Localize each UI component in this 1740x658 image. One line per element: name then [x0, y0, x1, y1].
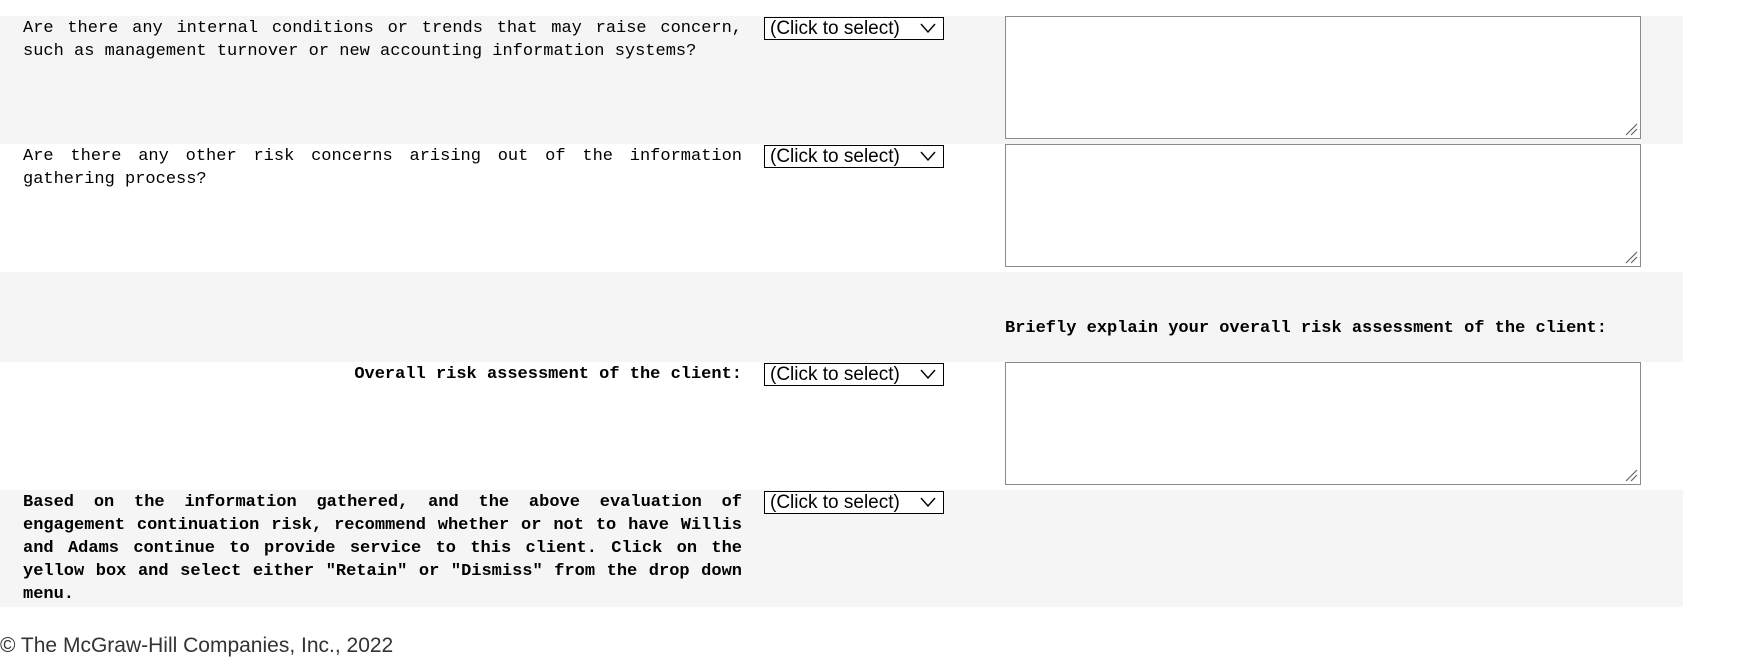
select-value: (Click to select): [770, 18, 900, 39]
select-value: (Click to select): [770, 146, 900, 167]
chevron-down-icon: [920, 151, 936, 161]
overall-risk-row: Overall risk assessment of the client: (…: [0, 362, 1683, 490]
other-risk-concerns-comment-textarea[interactable]: [1005, 144, 1641, 267]
overall-risk-comment-textarea[interactable]: [1005, 362, 1641, 485]
other-risk-concerns-select[interactable]: (Click to select): [764, 145, 944, 168]
select-value: (Click to select): [770, 492, 900, 513]
question-text: Are there any other risk concerns arisin…: [23, 147, 742, 189]
resize-grip-icon[interactable]: [1624, 250, 1638, 264]
question-row-other-risk-concerns: Are there any other risk concerns arisin…: [0, 144, 1683, 272]
chevron-down-icon: [920, 497, 936, 507]
chevron-down-icon: [920, 369, 936, 379]
overall-risk-label: Overall risk assessment of the client:: [354, 365, 742, 384]
internal-conditions-select[interactable]: (Click to select): [764, 17, 944, 40]
overall-explain-label: Briefly explain your overall risk assess…: [1005, 319, 1607, 338]
internal-conditions-comment-textarea[interactable]: [1005, 16, 1641, 139]
copyright-footer: © The McGraw-Hill Companies, Inc., 2022: [0, 634, 394, 657]
resize-grip-icon[interactable]: [1624, 122, 1638, 136]
overall-risk-select[interactable]: (Click to select): [764, 363, 944, 386]
question-row-internal-conditions: Are there any internal conditions or tre…: [0, 16, 1683, 144]
select-value: (Click to select): [770, 364, 900, 385]
overall-explain-header-row: Briefly explain your overall risk assess…: [0, 272, 1683, 362]
resize-grip-icon[interactable]: [1624, 468, 1638, 482]
recommendation-text: Based on the information gathered, and t…: [23, 493, 742, 604]
question-text: Are there any internal conditions or tre…: [23, 19, 742, 61]
recommendation-select[interactable]: (Click to select): [764, 491, 944, 514]
chevron-down-icon: [920, 23, 936, 33]
recommendation-row: Based on the information gathered, and t…: [0, 490, 1683, 607]
